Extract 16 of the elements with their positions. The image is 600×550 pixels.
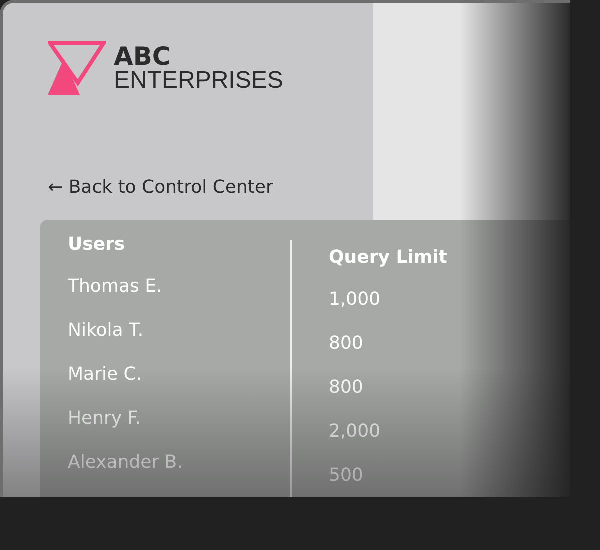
brand-subtitle: ENTERPRISES bbox=[114, 68, 284, 92]
table-cell-text: 500 bbox=[329, 465, 364, 488]
table-cell-text: 2,000 bbox=[329, 421, 382, 444]
table-cell-text: Nikola T. bbox=[68, 320, 145, 343]
table-cell-text: Alexander B. bbox=[68, 452, 184, 475]
table-cell-text: Marie C. bbox=[68, 364, 144, 387]
column-header: Query Limit bbox=[329, 247, 448, 270]
table-cell-text: Henry F. bbox=[68, 408, 142, 431]
column-header: Users bbox=[68, 234, 126, 257]
table-cell-text: Thomas E. bbox=[68, 276, 164, 299]
table-cell-text: 1,000 bbox=[329, 289, 382, 312]
table-cell-text: 800 bbox=[329, 333, 364, 356]
brand-name: ABC bbox=[114, 44, 172, 68]
logo-icon bbox=[48, 41, 106, 95]
back-link[interactable]: ← Back to Control Center bbox=[48, 177, 373, 198]
table-cell-text: 800 bbox=[329, 377, 364, 400]
